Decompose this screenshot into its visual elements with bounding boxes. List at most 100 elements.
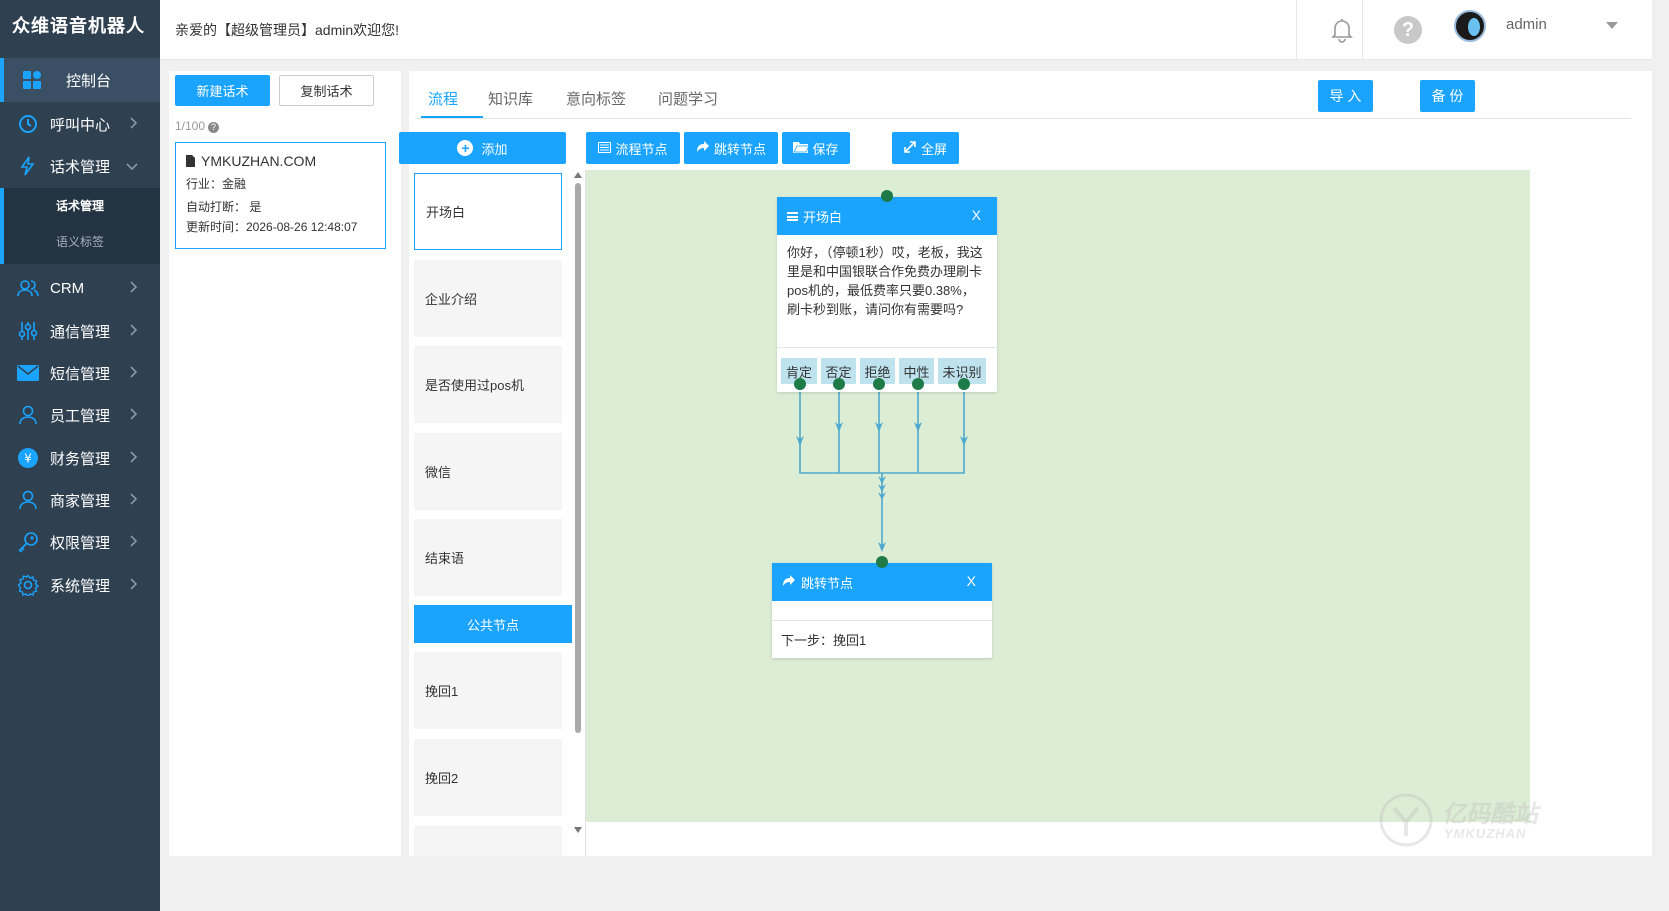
flow-node-header[interactable]: 开场白 X (777, 197, 997, 235)
username[interactable]: admin (1506, 16, 1547, 33)
node-item-opening[interactable]: 开场白 (414, 173, 562, 250)
script-card[interactable]: YMKUZHAN.COM 行业：金融 自动打断： 是 更新时间：2026-08-… (175, 142, 386, 249)
dashboard-icon (20, 68, 44, 92)
chevron-down-icon (126, 158, 138, 175)
chevron-right-icon (130, 365, 138, 382)
flow-node-button[interactable]: 流程节点 (586, 132, 680, 164)
sliders-icon (16, 319, 40, 343)
user-icon (16, 403, 40, 427)
output-port[interactable] (794, 378, 806, 390)
scroll-up-arrow[interactable] (574, 172, 582, 178)
copy-script-button[interactable]: 复制话术 (279, 75, 374, 106)
fullscreen-button[interactable]: 全屏 (892, 132, 959, 164)
tab-intent-tags[interactable]: 意向标签 (566, 88, 626, 109)
sidebar-item-finance-mgmt[interactable]: ¥ 财务管理 (0, 436, 160, 480)
output-port[interactable] (873, 378, 885, 390)
scrollbar-thumb[interactable] (575, 183, 581, 733)
close-icon[interactable]: X (972, 207, 981, 223)
submenu-item-script[interactable]: 话术管理 (0, 188, 160, 224)
public-nodes-header[interactable]: 公共节点 (414, 605, 572, 643)
flow-node-jump[interactable]: 跳转节点 X 下一步：挽回1 (772, 563, 992, 658)
node-item-retain-2[interactable]: 挽回2 (414, 739, 562, 816)
bell-icon[interactable] (1330, 16, 1354, 44)
lightning-icon (16, 154, 40, 178)
folder-icon (793, 141, 811, 156)
jump-node-label: 跳转节点 (713, 141, 766, 157)
divider (777, 347, 997, 348)
yen-icon: ¥ (16, 446, 40, 470)
input-port[interactable] (876, 556, 888, 568)
sidebar-item-label: 财务管理 (50, 450, 111, 468)
save-button[interactable]: 保存 (782, 132, 850, 164)
flow-node-title: 跳转节点 (801, 575, 854, 591)
question-icon[interactable]: ? (208, 122, 220, 133)
import-button[interactable]: 导 入 (1318, 80, 1373, 112)
sidebar-item-dashboard[interactable]: 控制台 (0, 58, 160, 102)
script-auto-interrupt: 自动打断： 是 (186, 200, 262, 214)
sidebar-item-crm[interactable]: CRM (0, 266, 160, 310)
sidebar-item-label: 系统管理 (50, 577, 111, 595)
node-item-partial (414, 826, 562, 856)
help-icon[interactable]: ? (1394, 16, 1422, 44)
submenu-item-semantic-tags[interactable]: 语义标签 (0, 224, 160, 260)
script-count: 1/100? (175, 119, 220, 133)
sidebar-item-script-mgmt[interactable]: 话术管理 (0, 144, 160, 188)
script-updated: 更新时间：2026-08-26 12:48:07 (186, 220, 358, 234)
user-icon (16, 488, 40, 512)
jump-node-button[interactable]: 跳转节点 (684, 132, 778, 164)
chevron-right-icon (130, 534, 138, 551)
node-item-closing[interactable]: 结束语 (414, 519, 562, 596)
node-item-retain-1[interactable]: 挽回1 (414, 652, 562, 729)
flow-node-text: 你好，（停顿1秒）哎，老板，我这里是和中国银联合作免费办理刷卡pos机的，最低费… (787, 245, 983, 317)
tab-knowledge[interactable]: 知识库 (488, 88, 533, 109)
output-port[interactable] (912, 378, 924, 390)
input-port[interactable] (881, 190, 893, 202)
top-header: 亲爱的【超级管理员】admin欢迎您! ? admin (160, 0, 1652, 60)
new-script-button[interactable]: 新建话术 (175, 75, 270, 106)
caret-down-icon[interactable] (1606, 22, 1618, 29)
document-icon (186, 155, 195, 167)
sidebar-item-staff-mgmt[interactable]: 员工管理 (0, 393, 160, 437)
tab-flow[interactable]: 流程 (428, 88, 458, 109)
sidebar-item-label: 员工管理 (50, 407, 111, 425)
output-port[interactable] (958, 378, 970, 390)
node-item-wechat[interactable]: 微信 (414, 433, 562, 510)
tab-question-learning[interactable]: 问题学习 (658, 88, 718, 109)
flow-node-title: 开场白 (803, 209, 843, 225)
node-item-pos-used[interactable]: 是否使用过pos机 (414, 346, 562, 423)
chevron-right-icon (130, 116, 138, 133)
main-panel: 流程 知识库 意向标签 问题学习 导 入 备 份 + 添加 流程节点 跳转节点 … (399, 71, 1652, 856)
add-node-label: 添加 (481, 141, 508, 157)
chevron-right-icon (130, 280, 138, 297)
divider (1362, 0, 1363, 60)
flow-node-header[interactable]: 跳转节点 X (772, 563, 992, 601)
list-icon (598, 141, 612, 156)
sidebar-item-label: 权限管理 (50, 534, 111, 552)
chevron-right-icon (130, 450, 138, 467)
next-step-text: 下一步：挽回1 (781, 633, 867, 648)
avatar[interactable] (1454, 10, 1486, 42)
divider (1296, 0, 1297, 60)
sidebar-item-label: 呼叫中心 (50, 116, 111, 134)
sidebar-item-system-mgmt[interactable]: 系统管理 (0, 563, 160, 607)
sidebar-item-merchant-mgmt[interactable]: 商家管理 (0, 478, 160, 522)
sidebar-item-call-center[interactable]: 呼叫中心 (0, 102, 160, 146)
sidebar-item-sms-mgmt[interactable]: 短信管理 (0, 351, 160, 395)
expand-icon (904, 140, 916, 156)
save-label: 保存 (812, 141, 839, 157)
backup-button[interactable]: 备 份 (1420, 80, 1475, 112)
add-node-button[interactable]: + 添加 (399, 132, 566, 164)
chevron-right-icon (130, 577, 138, 594)
fullscreen-label: 全屏 (920, 141, 947, 157)
sidebar-item-comm-mgmt[interactable]: 通信管理 (0, 309, 160, 353)
key-icon (16, 530, 40, 554)
chevron-right-icon (130, 323, 138, 340)
sidebar-item-permission-mgmt[interactable]: 权限管理 (0, 520, 160, 564)
flow-canvas[interactable]: 开场白 X 你好，（停顿1秒）哎，老板，我这里是和中国银联合作免费办理刷卡pos… (586, 170, 1530, 822)
node-item-company-intro[interactable]: 企业介绍 (414, 260, 562, 337)
close-icon[interactable]: X (967, 573, 976, 589)
scroll-down-arrow[interactable] (574, 827, 582, 833)
flow-node-opening[interactable]: 开场白 X 你好，（停顿1秒）哎，老板，我这里是和中国银联合作免费办理刷卡pos… (777, 197, 997, 392)
share-icon (696, 140, 710, 156)
output-port[interactable] (833, 378, 845, 390)
